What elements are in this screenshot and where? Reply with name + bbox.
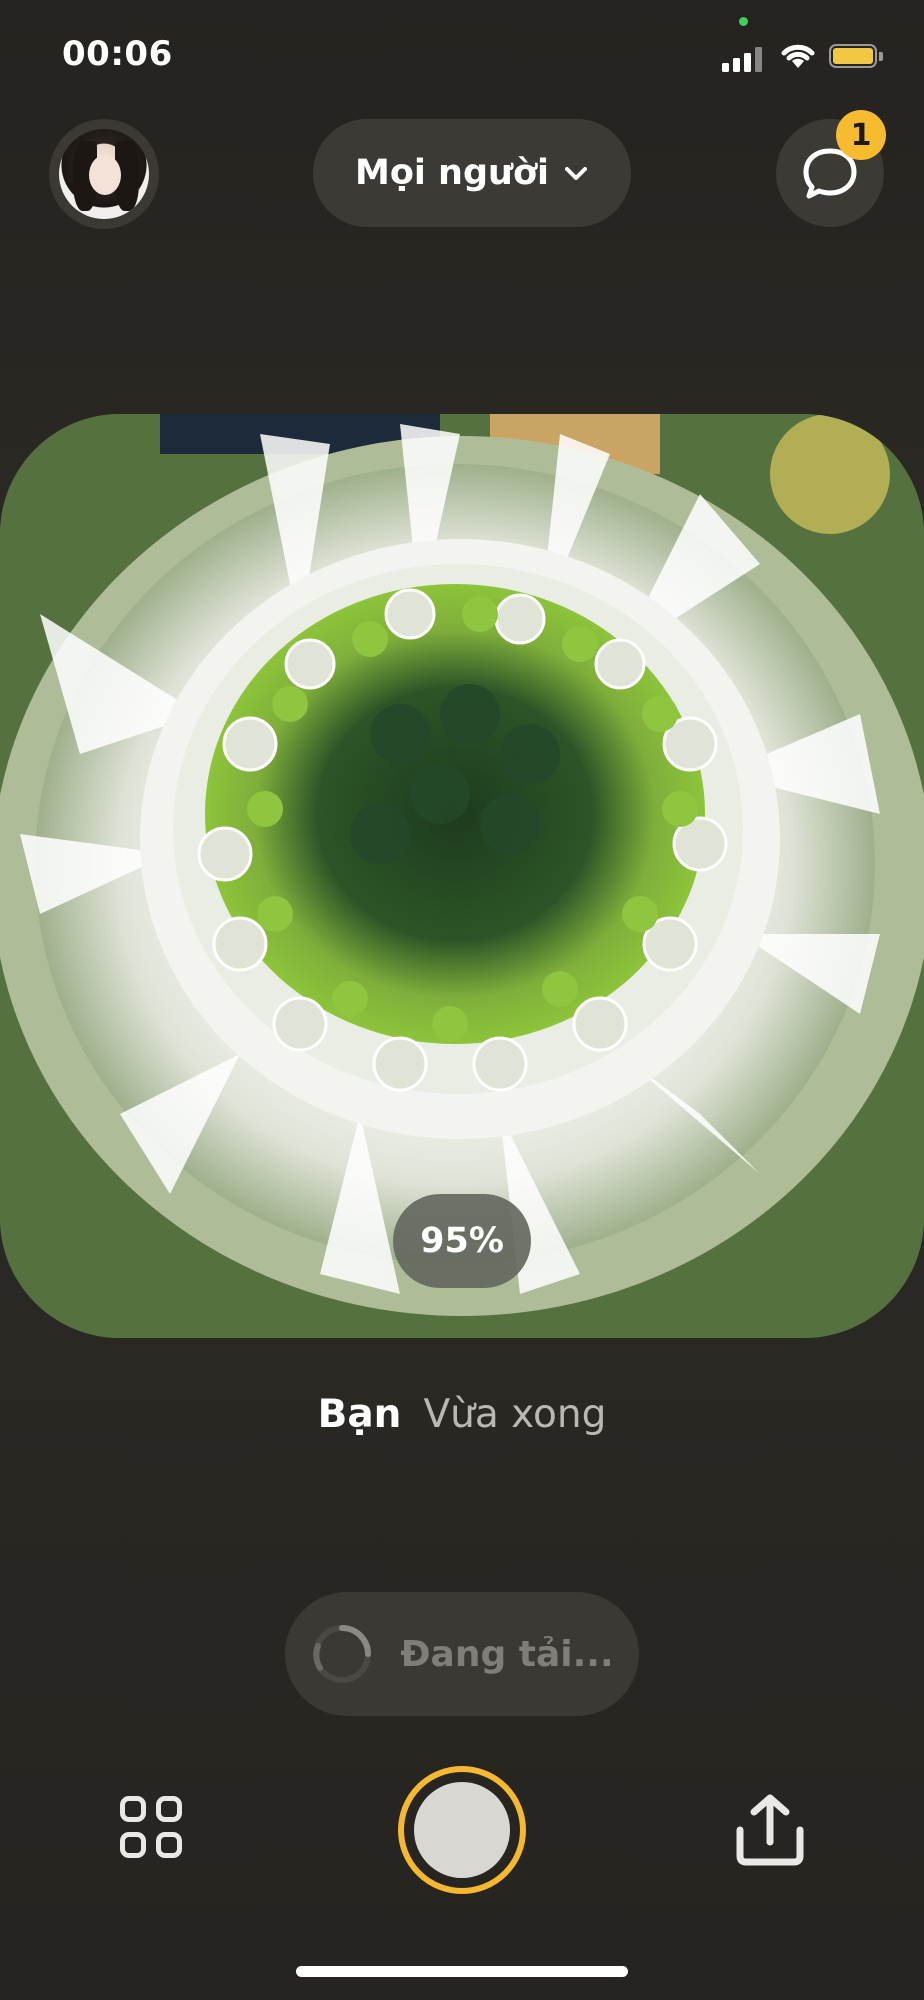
app-screen: 00:06 Mọi người 1 95% Bạn Vừa xong Đang … — [0, 0, 924, 2000]
unread-badge: 1 — [836, 110, 886, 160]
audience-selector[interactable]: Mọi người — [313, 119, 631, 227]
author-name: Bạn — [317, 1392, 402, 1437]
spinner-icon — [313, 1625, 372, 1683]
chevron-down-icon — [565, 167, 587, 180]
shutter-button[interactable] — [398, 1766, 526, 1894]
audience-label: Mọi người — [355, 153, 549, 193]
wifi-icon — [781, 44, 815, 68]
status-time: 00:06 — [62, 34, 173, 74]
upload-percent: 95% — [393, 1194, 531, 1288]
upload-status-pill: Đang tải... — [285, 1592, 639, 1716]
grid-icon-cell — [120, 1832, 146, 1858]
post-meta: Bạn Vừa xong — [0, 1392, 924, 1437]
camera-indicator-dot — [739, 17, 748, 26]
shutter-inner — [414, 1782, 510, 1878]
history-grid-button[interactable] — [120, 1796, 192, 1868]
grid-icon-cell — [156, 1832, 182, 1858]
grid-icon — [120, 1796, 146, 1822]
upload-status-label: Đang tải... — [400, 1633, 614, 1675]
share-icon[interactable] — [730, 1790, 810, 1870]
battery-icon — [829, 44, 887, 72]
avatar — [59, 129, 149, 219]
home-indicator[interactable] — [296, 1966, 628, 1977]
profile-avatar-button[interactable] — [49, 119, 159, 229]
grid-icon-cell — [156, 1796, 182, 1822]
post-time: Vừa xong — [423, 1392, 607, 1437]
signal-icon — [722, 46, 766, 72]
